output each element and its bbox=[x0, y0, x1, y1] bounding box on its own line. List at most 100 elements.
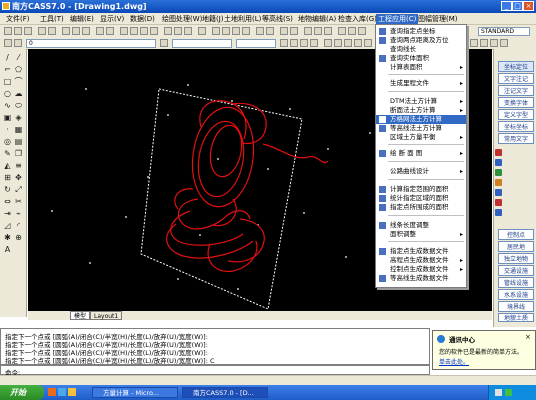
menu-check[interactable]: 检查入库(G) bbox=[338, 14, 377, 24]
list-icon[interactable] bbox=[495, 189, 502, 196]
paste-icon[interactable] bbox=[82, 27, 90, 35]
menu-engineering[interactable]: 工程应用(C) bbox=[376, 14, 419, 24]
menu-item[interactable]: 查询线长 bbox=[376, 45, 466, 54]
terrain-polylines[interactable] bbox=[166, 100, 329, 272]
properties-icon[interactable] bbox=[164, 27, 172, 35]
make-block-icon[interactable]: ◈ bbox=[14, 113, 23, 122]
menu-item[interactable]: 绘 断 面 图 ▸ bbox=[376, 149, 466, 158]
scale-icon[interactable] bbox=[354, 39, 362, 47]
hatch-tool-icon[interactable] bbox=[324, 27, 332, 35]
help-icon[interactable] bbox=[198, 27, 206, 35]
quicklaunch-icon[interactable] bbox=[48, 388, 56, 396]
xline-tool-icon[interactable]: ⁄ bbox=[14, 53, 23, 62]
erase-icon[interactable] bbox=[324, 39, 332, 47]
info-icon[interactable] bbox=[495, 159, 502, 166]
preview-icon[interactable] bbox=[48, 27, 56, 35]
notification-balloon[interactable]: 通讯中心 × 您的软件已是最新的简单方法。 单击此处。 bbox=[432, 330, 536, 370]
menu-contour[interactable]: 等高线(S) bbox=[262, 14, 293, 24]
zoom-out-icon[interactable] bbox=[222, 27, 230, 35]
save-icon[interactable] bbox=[24, 27, 32, 35]
pan-icon[interactable] bbox=[120, 27, 128, 35]
menu-item[interactable]: 查询指定点坐标 bbox=[376, 27, 466, 36]
close-icon[interactable]: × bbox=[525, 333, 531, 341]
minimize-button[interactable]: _ bbox=[501, 1, 512, 11]
menu-item[interactable]: 等高线生成数据文件 bbox=[376, 274, 466, 283]
table-tool-icon[interactable] bbox=[358, 27, 366, 35]
regen-icon[interactable] bbox=[242, 27, 250, 35]
delete-icon[interactable] bbox=[495, 199, 502, 206]
copy-tool-icon[interactable]: ❐ bbox=[14, 149, 23, 158]
menu-item[interactable]: 面积调整 ▸ bbox=[376, 230, 466, 239]
menu-data[interactable]: 数据(D) bbox=[130, 14, 155, 24]
zoom-in-icon[interactable] bbox=[212, 27, 220, 35]
text-tool-icon[interactable] bbox=[338, 27, 346, 35]
filter-icon[interactable] bbox=[495, 209, 502, 216]
menu-item[interactable]: 生成里程文件 ▸ bbox=[376, 79, 466, 88]
region-icon[interactable]: ◎ bbox=[3, 137, 12, 146]
scale-tool-icon[interactable]: ⤢ bbox=[14, 185, 23, 194]
right-panel-button[interactable]: 定义字型 bbox=[498, 109, 534, 120]
menu-edit[interactable]: 编辑(E) bbox=[70, 14, 94, 24]
osnap-icon[interactable] bbox=[500, 39, 508, 47]
line-icon[interactable] bbox=[280, 39, 288, 47]
tray-icon[interactable] bbox=[505, 389, 512, 396]
right-panel-button[interactable]: 常用文字 bbox=[498, 133, 534, 144]
cut-icon[interactable] bbox=[62, 27, 70, 35]
menu-item[interactable]: 指定点生成数据文件 bbox=[376, 247, 466, 256]
chamfer-icon[interactable]: ◿ bbox=[3, 221, 12, 230]
right-panel-button[interactable]: 坐标坐标 bbox=[498, 121, 534, 132]
line-tool-icon[interactable]: / bbox=[3, 53, 12, 62]
menu-drawing[interactable]: 绘图处理(W) bbox=[162, 14, 202, 24]
tab-model[interactable]: 模型 bbox=[70, 311, 91, 320]
erase-tool-icon[interactable]: ✎ bbox=[3, 149, 12, 158]
explode-icon[interactable]: ✱ bbox=[3, 233, 12, 242]
rotate-tool-icon[interactable]: ↻ bbox=[3, 185, 12, 194]
right-panel-button[interactable]: 坐标定位 bbox=[498, 61, 534, 72]
right-panel-category[interactable]: 境界线 bbox=[498, 301, 534, 312]
ellipse-icon[interactable]: ⬭ bbox=[14, 101, 23, 110]
new-file-icon[interactable] bbox=[4, 27, 12, 35]
menu-item[interactable]: 统计指定区域的面积 bbox=[376, 194, 466, 203]
layer-state-icon[interactable] bbox=[14, 39, 22, 47]
measure-icon[interactable] bbox=[280, 27, 288, 35]
grid-icon[interactable] bbox=[480, 39, 488, 47]
taskbar-item[interactable]: 南方CASS7.0 - [D... bbox=[182, 387, 268, 398]
fillet-icon[interactable]: ◜ bbox=[14, 221, 23, 230]
zoom-previous-icon[interactable] bbox=[150, 27, 158, 35]
array-icon[interactable]: ⊞ bbox=[3, 173, 12, 182]
menu-item-grid-earthwork[interactable]: 方格网法土方计算 bbox=[376, 115, 466, 124]
arc-icon[interactable] bbox=[300, 39, 308, 47]
move-tool-icon[interactable]: ✥ bbox=[14, 173, 23, 182]
tool-palette-icon[interactable] bbox=[184, 27, 192, 35]
snap-icon[interactable] bbox=[470, 39, 478, 47]
right-panel-category[interactable]: 水系设施 bbox=[498, 289, 534, 300]
layer-icon[interactable] bbox=[256, 27, 264, 35]
menu-item[interactable]: 高程点生成数据文件 ▸ bbox=[376, 256, 466, 265]
dim-tool-icon[interactable] bbox=[348, 27, 356, 35]
menu-item[interactable]: 公路曲线设计 ▸ bbox=[376, 167, 466, 176]
polygon-tool-icon[interactable]: ⬠ bbox=[14, 65, 23, 74]
make-current-icon[interactable] bbox=[160, 39, 168, 47]
right-panel-category[interactable]: 管线设施 bbox=[498, 277, 534, 288]
revcloud-icon[interactable]: ☁ bbox=[14, 89, 23, 98]
command-input[interactable]: 命令: bbox=[0, 365, 430, 377]
mtext-icon[interactable]: A bbox=[3, 245, 12, 254]
menu-view[interactable]: 显示(V) bbox=[100, 14, 124, 24]
ortho-icon[interactable] bbox=[490, 39, 498, 47]
layer-manager-icon[interactable] bbox=[4, 39, 12, 47]
arc-tool-icon[interactable]: ⌒ bbox=[14, 77, 23, 86]
menu-item[interactable]: 线条长度调整 bbox=[376, 221, 466, 230]
design-center-icon[interactable] bbox=[174, 27, 182, 35]
quicklaunch-icon[interactable] bbox=[68, 388, 76, 396]
menu-item[interactable]: 等高线法土方计算 bbox=[376, 124, 466, 133]
tray-icon[interactable] bbox=[495, 389, 502, 396]
close-button[interactable]: × bbox=[523, 1, 534, 11]
zoom-icon[interactable] bbox=[130, 27, 138, 35]
menu-tools[interactable]: 工具(T) bbox=[40, 14, 64, 24]
table-icon[interactable]: ▤ bbox=[14, 137, 23, 146]
layer-previous-icon[interactable] bbox=[266, 27, 274, 35]
trim-icon[interactable] bbox=[364, 39, 372, 47]
right-panel-category[interactable]: 地貌土质 bbox=[498, 313, 534, 322]
rect-tool-icon[interactable]: □ bbox=[3, 77, 12, 86]
check-icon[interactable] bbox=[495, 169, 502, 176]
